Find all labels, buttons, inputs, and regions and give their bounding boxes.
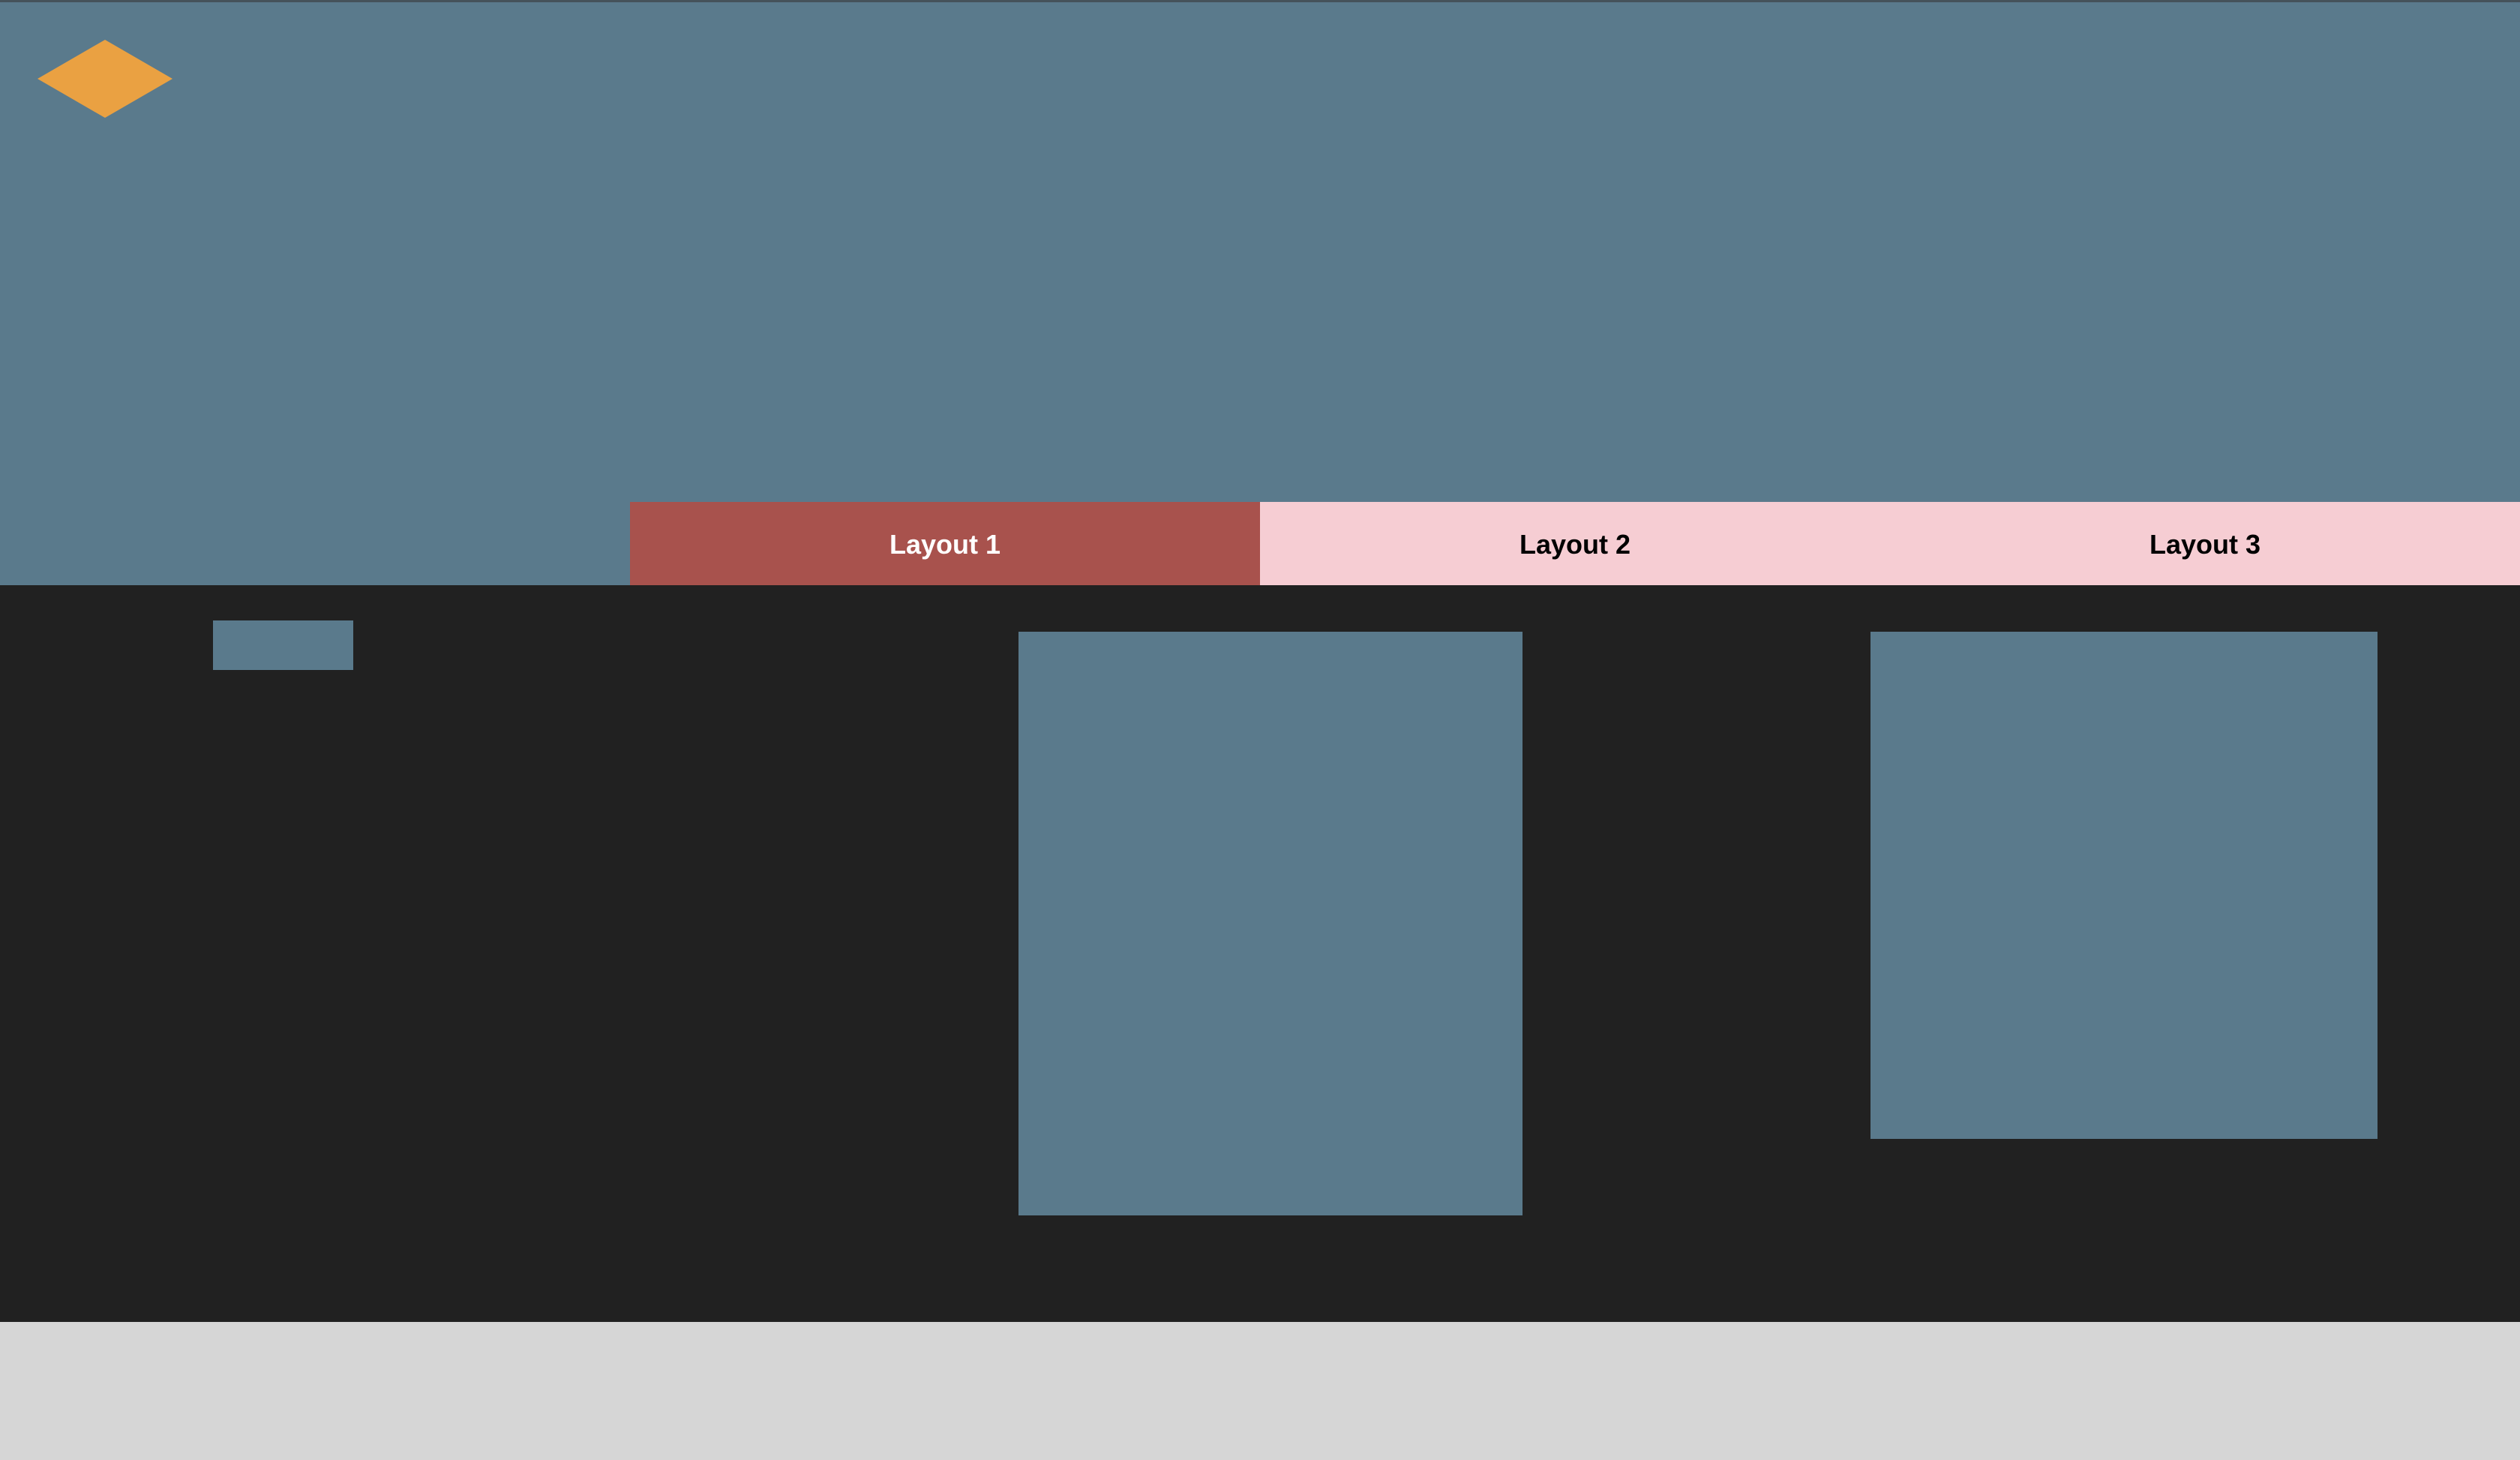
diamond-logo-icon[interactable] bbox=[38, 40, 172, 118]
tab-layout-3[interactable]: Layout 3 bbox=[1890, 502, 2520, 587]
tab-layout-2-label: Layout 2 bbox=[1519, 529, 1631, 560]
square-placeholder-block bbox=[1870, 632, 2378, 1139]
layout-tabs: Layout 1 Layout 2 Layout 3 bbox=[630, 502, 2520, 587]
layout-canvas bbox=[0, 585, 2520, 1322]
page-footer bbox=[0, 1322, 2520, 1460]
small-placeholder-block bbox=[213, 620, 353, 670]
tab-layout-2[interactable]: Layout 2 bbox=[1260, 502, 1890, 587]
tab-layout-1[interactable]: Layout 1 bbox=[630, 502, 1260, 587]
tall-placeholder-block bbox=[1018, 632, 1522, 1215]
tab-layout-3-label: Layout 3 bbox=[2149, 529, 2261, 560]
tab-layout-1-label: Layout 1 bbox=[889, 529, 1001, 560]
app-header: Layout 1 Layout 2 Layout 3 bbox=[0, 0, 2520, 587]
